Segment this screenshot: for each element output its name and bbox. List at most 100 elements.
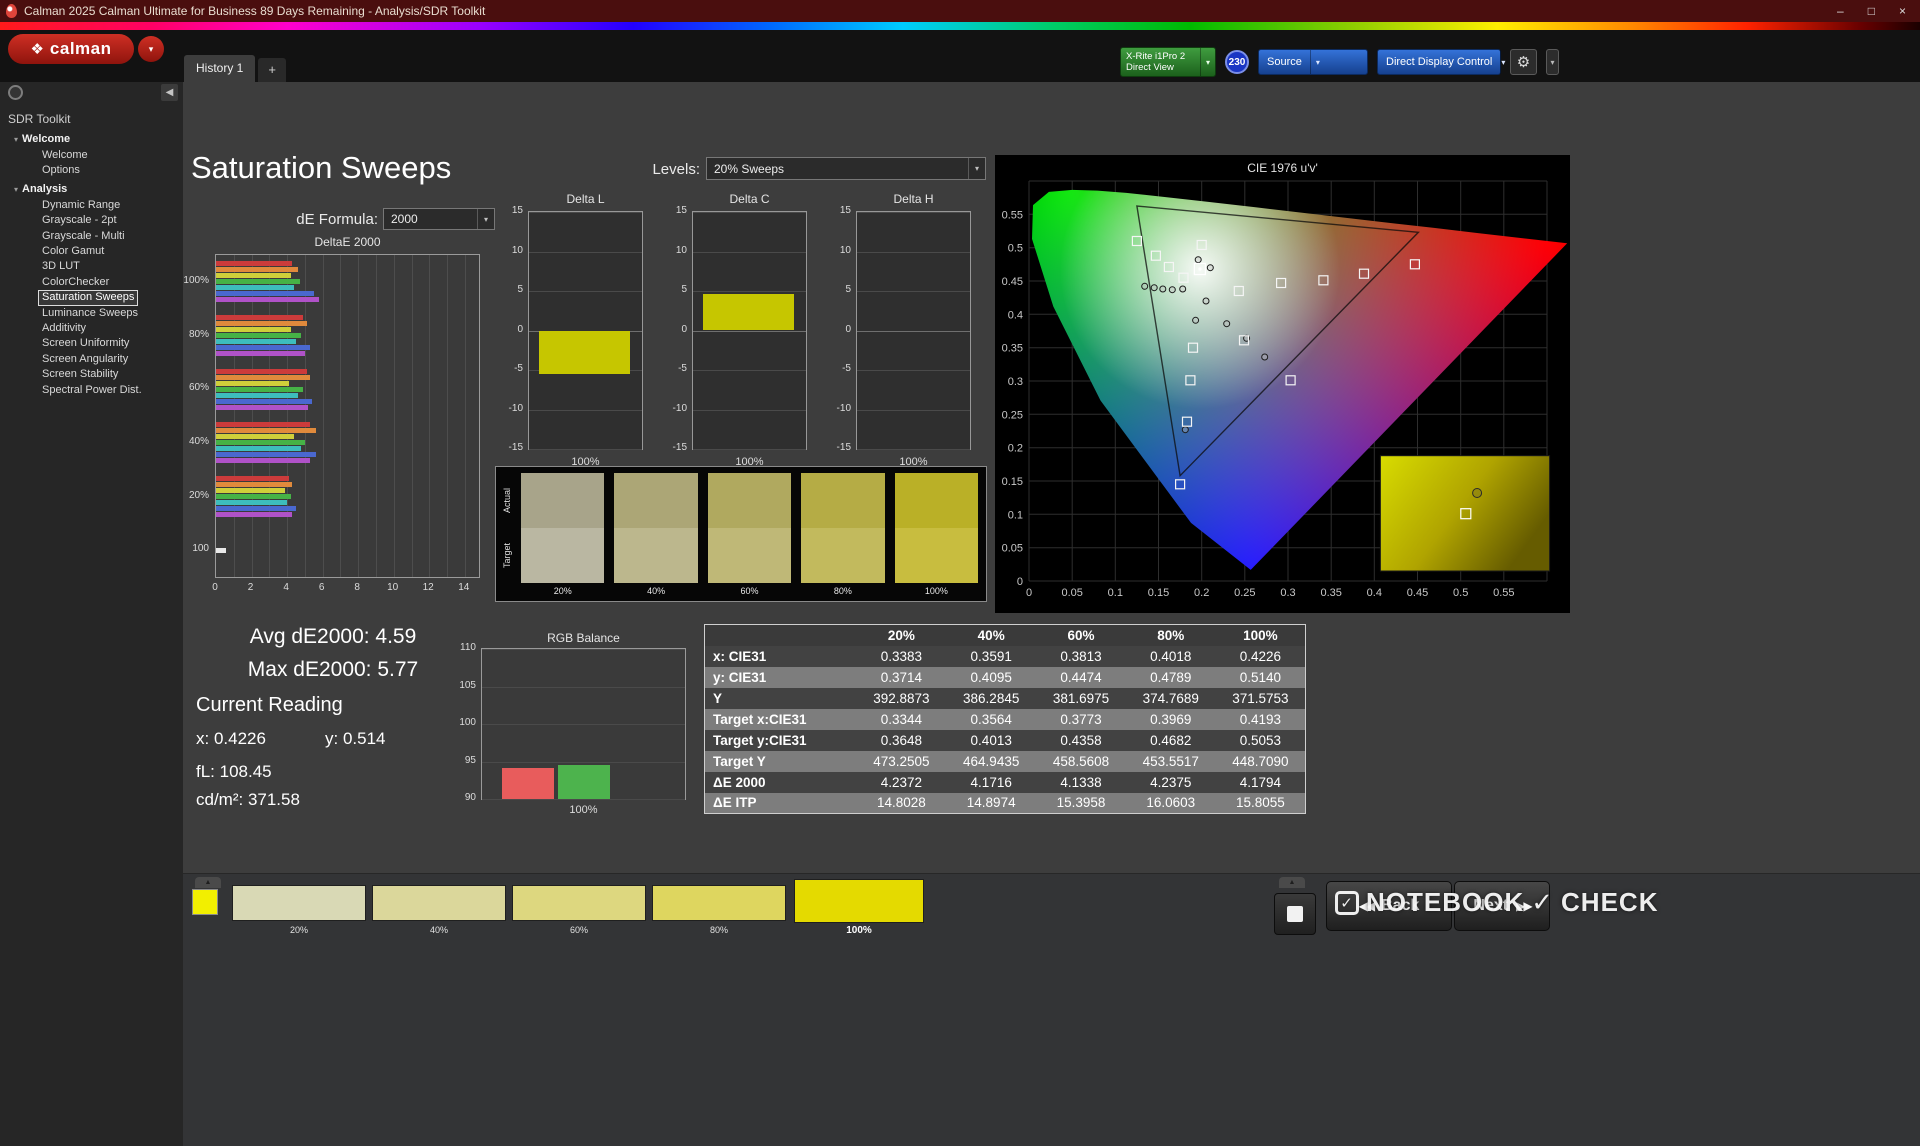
sidebar-item-screen-uniformity[interactable]: Screen Uniformity	[38, 336, 133, 351]
pattern-swatch-20[interactable]	[232, 885, 366, 921]
swatch-label: 20%	[553, 586, 572, 596]
chart-title: Delta C	[729, 192, 770, 206]
table-row: x: CIE31 0.3383 0.3591 0.3813 0.4018 0.4226	[704, 645, 1306, 667]
table-cell: 0.3648	[880, 732, 923, 748]
column-header: 40%	[946, 624, 1037, 646]
table-cell: 4.1794	[1239, 774, 1281, 790]
sidebar-section-analysis[interactable]: ▾ Analysis	[14, 182, 183, 197]
table-cell: 0.5053	[1239, 732, 1281, 748]
sidebar-item-additivity[interactable]: Additivity	[38, 321, 90, 336]
de-bar	[216, 446, 302, 452]
pattern-swatch-60[interactable]	[512, 885, 646, 921]
sidebar-item-luminance-sweeps[interactable]: Luminance Sweeps	[38, 306, 142, 321]
session-icon[interactable]	[8, 85, 23, 100]
minimize-button[interactable]: –	[1837, 4, 1844, 18]
delta-h-ticks: 15 10 5 0 -5 -10 -15	[830, 205, 854, 453]
de-bar	[216, 404, 309, 410]
calman-logo[interactable]: ❖ calman	[8, 34, 134, 64]
deltae2000-ylabels: 100% 80% 60% 40% 20% 100	[183, 254, 212, 578]
add-tab-button[interactable]: +	[258, 58, 286, 82]
expander-icon: ▾	[14, 184, 19, 194]
table-cell: 0.5140	[1239, 669, 1281, 685]
source-select[interactable]: Source ▾	[1258, 49, 1368, 75]
swatch-columns: 20% 40% 60% 80% 100%	[521, 473, 979, 597]
tick-label: -15	[836, 442, 851, 453]
target-swatch	[707, 528, 792, 583]
svg-text:0.3: 0.3	[1280, 587, 1295, 599]
pattern-swatch-80[interactable]	[652, 885, 786, 921]
close-button[interactable]: ×	[1899, 4, 1906, 18]
table-cell: 0.3344	[880, 711, 923, 727]
sidebar-item-grayscale-2pt[interactable]: Grayscale - 2pt	[38, 213, 121, 228]
settings-button[interactable]: ⚙	[1510, 49, 1537, 75]
sidebar-item-screen-angularity[interactable]: Screen Angularity	[38, 352, 132, 367]
svg-text:0.1: 0.1	[1108, 587, 1123, 599]
tick-label: 95	[464, 754, 476, 766]
sidebar-section-welcome[interactable]: ▾ Welcome	[14, 132, 183, 147]
expander-icon: ▾	[14, 135, 19, 144]
table-cell: 0.4358	[1060, 732, 1102, 748]
sidebar-item-spectral-power-dist[interactable]: Spectral Power Dist.	[38, 383, 146, 398]
table-cell: 4.2372	[880, 774, 923, 790]
back-button[interactable]: ◀◀ Back	[1326, 881, 1452, 931]
tab-history-1[interactable]: History 1	[184, 55, 256, 82]
tick-label: 100%	[183, 274, 209, 286]
next-button[interactable]: Next ▶▶	[1454, 881, 1550, 931]
row-label: Y	[713, 690, 723, 706]
sidebar-item-color-gamut[interactable]: Color Gamut	[38, 244, 108, 259]
active-pattern-swatch[interactable]	[192, 889, 218, 915]
calman-window: Calman 2025 Calman Ultimate for Business…	[0, 0, 1920, 1146]
table-cell: 15.3958	[1056, 795, 1106, 811]
swatch-column: 100%	[894, 473, 979, 597]
rgb-bar-red	[502, 767, 554, 799]
sidebar-item-grayscale-multi[interactable]: Grayscale - Multi	[38, 229, 129, 244]
sidebar-item-colorchecker[interactable]: ColorChecker	[38, 275, 113, 290]
sidebar-item-3d-lut[interactable]: 3D LUT	[38, 259, 84, 274]
de-bar	[216, 285, 295, 291]
pattern-popup-tab[interactable]: ▲	[195, 877, 221, 888]
table-row: ΔE ITP 14.8028 14.8974 15.3958 16.0603 15.805…	[704, 792, 1306, 814]
tick-label: 80%	[188, 328, 209, 340]
pattern-swatch-100[interactable]	[794, 879, 924, 923]
calman-menu-button[interactable]: ▾	[138, 36, 164, 62]
reading-x: x: 0.4226	[196, 729, 266, 748]
sidebar-item-screen-stability[interactable]: Screen Stability	[38, 367, 122, 382]
de-bar	[216, 428, 316, 434]
bottom-strip: ▲ ▲ ◀◀ Back Next ▶▶ ✓ NOTEBOOK ✓ CHECK 2…	[183, 873, 1920, 1146]
transport-popup-tab[interactable]: ▲	[1279, 877, 1305, 888]
table-cell: 0.3591	[970, 648, 1012, 664]
sidebar-item-saturation-sweeps[interactable]: Saturation Sweeps	[38, 290, 139, 306]
de-formula-select[interactable]: 2000 ▾	[383, 208, 495, 230]
table-cell: 0.4789	[1150, 669, 1192, 685]
tick-label: 60%	[188, 382, 209, 394]
svg-text:0.35: 0.35	[1320, 587, 1341, 599]
svg-text:0.5: 0.5	[1453, 587, 1468, 599]
de-bar	[216, 476, 289, 481]
swatch-label: 80%	[833, 586, 852, 596]
svg-text:0.45: 0.45	[1002, 276, 1023, 288]
chevron-down-icon: ▾	[477, 209, 494, 229]
sidebar-item-dynamic-range[interactable]: Dynamic Range	[38, 198, 124, 213]
display-control-select[interactable]: Direct Display Control ▾	[1377, 49, 1505, 75]
more-options-button[interactable]: ▾	[1546, 49, 1559, 75]
tick-label: 2	[247, 582, 254, 593]
sidebar-item-options[interactable]: Options	[38, 163, 84, 178]
de-bar	[216, 386, 304, 392]
header-bar: ❖ calman ▾ History 1 + X-Rite i1Pro 2 Di…	[0, 30, 1920, 82]
collapse-sidebar-button[interactable]: ◀	[161, 84, 178, 101]
maximize-button[interactable]: □	[1868, 4, 1875, 18]
tick-label: 90	[464, 792, 476, 803]
levels-select[interactable]: 20% Sweeps ▾	[706, 157, 986, 180]
table-cell: 448.7090	[1232, 753, 1289, 769]
meter-select[interactable]: X-Rite i1Pro 2 Direct View ▾	[1120, 47, 1216, 77]
pattern-swatch-40[interactable]	[372, 885, 506, 921]
table-cell: 386.2845	[963, 690, 1020, 706]
pattern-window-button[interactable]	[1274, 893, 1316, 935]
svg-text:0.4: 0.4	[1008, 309, 1023, 321]
actual-swatch	[801, 473, 885, 528]
pattern-window-icon	[1287, 906, 1303, 922]
actual-swatch	[707, 473, 792, 528]
sidebar-item-welcome[interactable]: Welcome	[38, 148, 92, 163]
tick-label: -10	[672, 402, 687, 414]
chart-title: DeltaE 2000	[314, 235, 381, 249]
